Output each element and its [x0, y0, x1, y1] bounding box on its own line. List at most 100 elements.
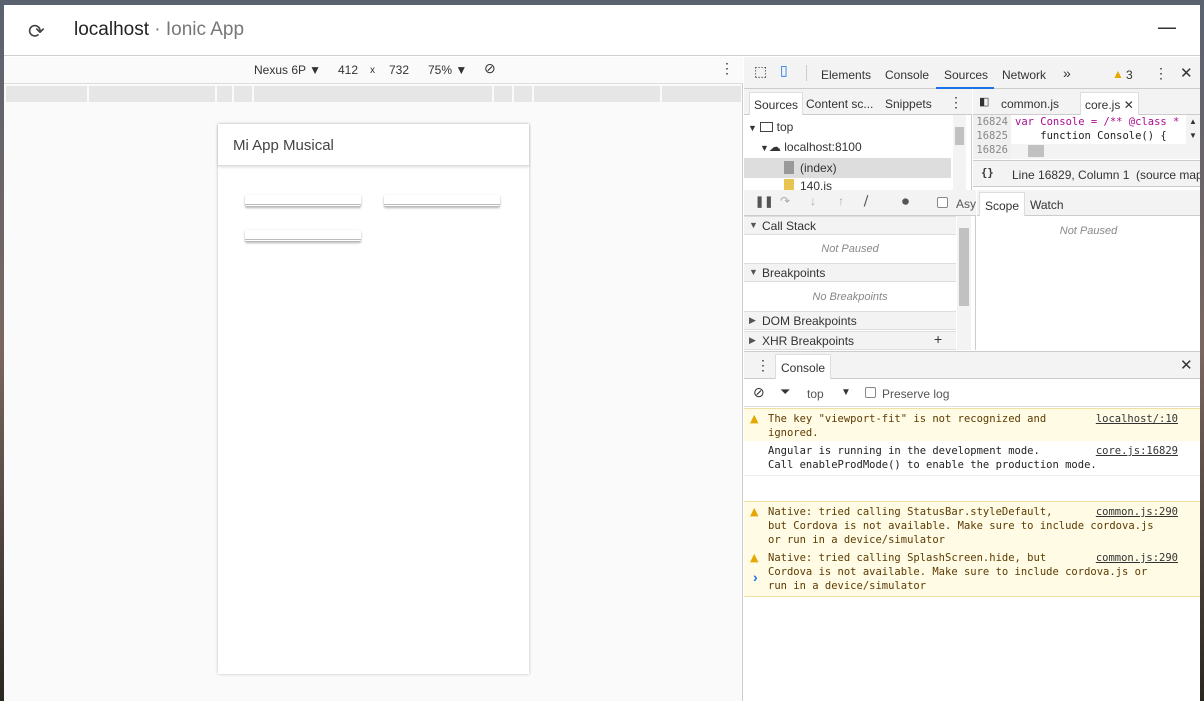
async-label: Async — [956, 197, 976, 211]
add-icon[interactable]: + — [934, 331, 942, 347]
section-xhr-breakpoints[interactable]: ▶ XHR Breakpoints + — [744, 331, 956, 350]
app-button[interactable] — [245, 195, 361, 207]
code-line: function Console() { — [1015, 130, 1167, 142]
tab-snippets[interactable]: Snippets — [885, 97, 932, 111]
pause-icon[interactable]: ❚❚ — [755, 195, 773, 208]
scrollbar[interactable] — [957, 216, 971, 350]
warning-icon: ▲ — [750, 505, 759, 518]
deactivate-breakpoints-icon[interactable]: ⧸ — [864, 194, 868, 209]
async-checkbox[interactable] — [937, 197, 948, 208]
media-query-ruler[interactable] — [6, 86, 741, 102]
tab-scope[interactable]: Scope — [979, 192, 1026, 216]
code-lines: var Console = /** @class * function Cons… — [1015, 115, 1186, 143]
pretty-print-button[interactable]: {} — [981, 167, 994, 179]
section-dom-breakpoints[interactable]: ▶ DOM Breakpoints — [744, 311, 956, 330]
step-out-icon[interactable]: ↑ — [838, 194, 844, 208]
tab-console-drawer[interactable]: Console — [775, 354, 832, 379]
tab-label: core.js — [1085, 98, 1121, 112]
vertical-scrollbar[interactable]: ▲ ▼ — [1186, 115, 1200, 159]
message-source-link[interactable]: core.js:16829 — [1096, 444, 1178, 458]
more-options-icon[interactable]: ⋮ — [720, 60, 734, 77]
section-breakpoints[interactable]: ▼ Breakpoints — [744, 263, 956, 282]
tree-item-top[interactable]: ▼ top — [748, 120, 793, 134]
tab-sources-navigator[interactable]: Sources — [749, 92, 804, 115]
toggle-navigator-icon[interactable]: ◧ — [979, 95, 989, 108]
more-options-icon[interactable]: ⋮ — [949, 94, 963, 111]
tab-common-js[interactable]: common.js — [1001, 97, 1059, 111]
ruler-divider — [232, 86, 234, 102]
ruler-divider — [492, 86, 494, 102]
close-drawer-icon[interactable]: ✕ — [1180, 356, 1193, 374]
zoom-select[interactable]: 75% ▼ — [428, 63, 467, 77]
message-text: The key "viewport-fit" is not recognized… — [768, 413, 1047, 439]
step-over-icon[interactable]: ↷ — [780, 194, 790, 208]
debugger-sidebar: ▼ Call Stack Not Paused ▼ Breakpoints No B… — [744, 216, 976, 350]
minimize-button[interactable]: — — [1157, 15, 1177, 39]
debugger-toolbar: ❚❚ ↷ ↓ ↑ ⧸ ⏺ Async — [744, 190, 976, 216]
tree-item-localhost[interactable]: ▼☁ localhost:8100 — [760, 140, 862, 154]
tab-elements[interactable]: Elements — [821, 68, 871, 82]
horizontal-scrollbar[interactable] — [1011, 144, 1186, 159]
tree-label: localhost:8100 — [784, 140, 862, 154]
preserve-log-checkbox[interactable] — [865, 387, 876, 398]
context-dropdown-icon[interactable]: ▼ — [841, 387, 851, 398]
tab-content-scripts[interactable]: Content sc... — [806, 97, 873, 111]
scrollbar[interactable] — [953, 115, 966, 190]
app-button[interactable] — [384, 195, 500, 207]
close-icon[interactable]: ✕ — [1180, 64, 1193, 82]
ruler-divider — [660, 86, 662, 102]
tree-item-index[interactable]: (index) — [744, 158, 951, 178]
warning-icon[interactable]: ▲ — [1112, 67, 1124, 81]
pause-on-exceptions-icon[interactable]: ⏺ — [902, 193, 909, 210]
tab-watch[interactable]: Watch — [1030, 198, 1064, 212]
message-source-link[interactable]: localhost/:10 — [1096, 412, 1178, 426]
console-prompt[interactable]: › — [753, 569, 758, 585]
file-icon — [784, 161, 794, 174]
message-source-link[interactable]: common.js:290 — [1096, 551, 1178, 565]
more-options-icon[interactable]: ⋮ — [1154, 65, 1168, 82]
filter-icon[interactable]: ⏷ — [780, 384, 790, 400]
cursor-position: Line 16829, Column 1 — [1012, 168, 1130, 182]
divider — [806, 65, 807, 81]
tree-label: 140.js — [800, 179, 833, 190]
file-tree: ▼ top ▼☁ localhost:8100 (index) 140.js — [744, 115, 972, 190]
section-call-stack[interactable]: ▼ Call Stack — [744, 216, 956, 235]
app-header-title: Mi App Musical — [218, 124, 529, 166]
host-label: localhost — [74, 19, 149, 40]
navigator-tabs: Sources Content sc... Snippets ⋮ — [744, 89, 972, 115]
rotate-icon[interactable]: ⊘ — [484, 60, 496, 77]
warning-count[interactable]: 3 — [1126, 68, 1133, 82]
device-toggle-icon[interactable]: ▯ — [780, 62, 788, 79]
tab-console[interactable]: Console — [885, 68, 929, 82]
step-into-icon[interactable]: ↓ — [810, 194, 816, 208]
cloud-icon: ☁ — [768, 140, 781, 154]
device-viewport: Mi App Musical — [218, 124, 529, 674]
title-bar: ⟳ localhost · Ionic App — — [4, 5, 1200, 56]
ruler-divider — [532, 86, 534, 102]
app-button[interactable] — [245, 230, 361, 242]
height-input[interactable]: 732 — [389, 63, 409, 77]
width-input[interactable]: 412 — [338, 63, 358, 77]
tree-item-140js[interactable]: 140.js — [784, 179, 832, 190]
inspect-element-icon[interactable]: ⬚ — [754, 63, 767, 80]
drawer-menu-icon[interactable]: ⋮ — [756, 357, 770, 374]
device-select[interactable]: Nexus 6P ▼ — [254, 63, 321, 77]
code-line: var Console = /** @class * — [1015, 116, 1180, 128]
console-message-warning: ▲ The key "viewport-fit" is not recognize… — [744, 408, 1200, 444]
code-editor[interactable]: 16824 16825 16826 var Console = /** @cla… — [973, 115, 1186, 159]
expand-triangle-icon: ▼ — [749, 220, 758, 230]
preserve-log-label: Preserve log — [882, 387, 950, 401]
more-tabs-button[interactable]: » — [1063, 65, 1071, 81]
ruler-divider — [252, 86, 254, 102]
tab-core-js[interactable]: core.js ✕ — [1080, 92, 1139, 115]
clear-console-icon[interactable]: ⊘ — [753, 384, 765, 401]
tab-network[interactable]: Network — [1002, 68, 1046, 82]
collapse-triangle-icon: ▶ — [749, 315, 756, 325]
close-tab-icon[interactable]: ✕ — [1124, 98, 1134, 112]
context-select[interactable]: top — [807, 387, 824, 401]
message-source-link[interactable]: common.js:290 — [1096, 505, 1178, 519]
line-number: 16825 — [976, 130, 1008, 142]
tab-sources[interactable]: Sources — [944, 68, 988, 82]
reload-icon[interactable]: ⟳ — [28, 19, 45, 43]
title-separator: · — [149, 19, 166, 40]
